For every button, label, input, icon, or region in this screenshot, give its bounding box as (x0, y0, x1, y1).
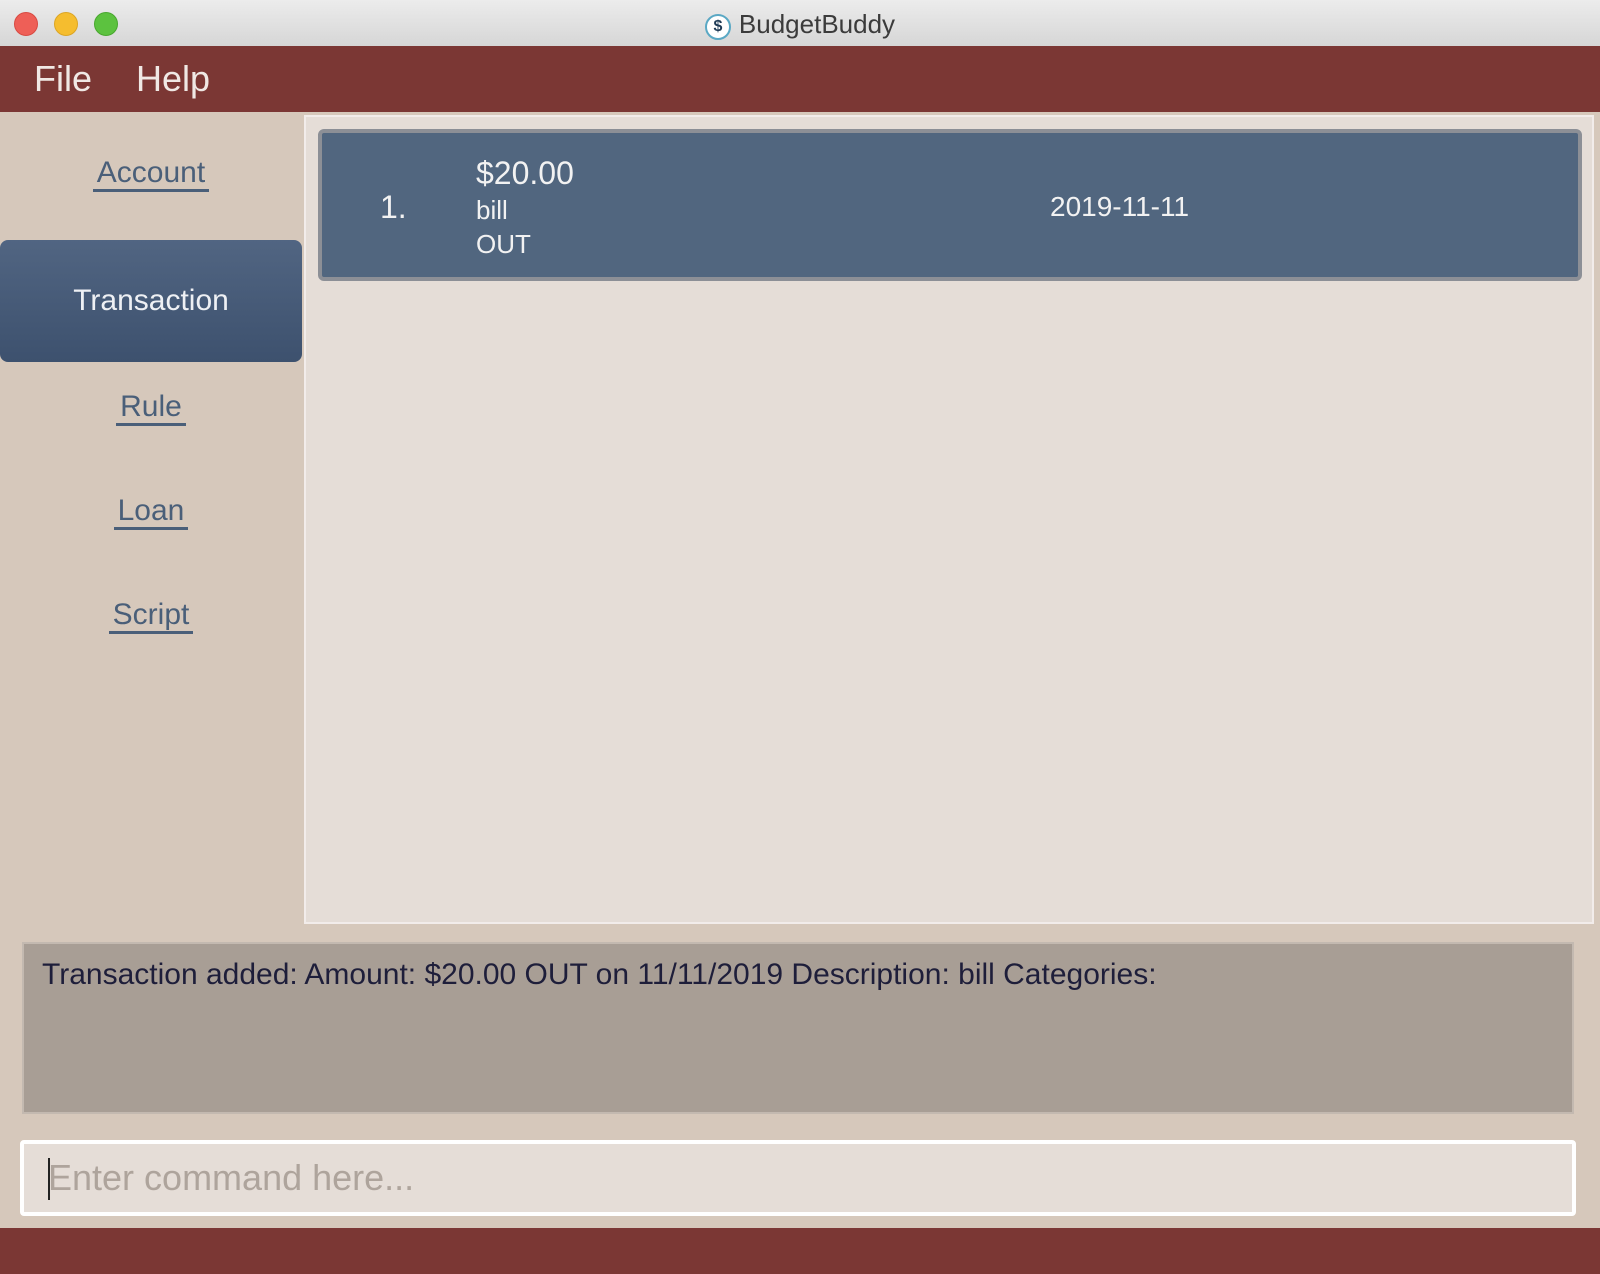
transaction-description: bill (476, 195, 508, 225)
window-title: BudgetBuddy (738, 9, 896, 39)
sidebar-item-script[interactable]: Script (0, 598, 302, 634)
window-title-area: $ BudgetBuddy (0, 9, 1600, 40)
menu-help[interactable]: Help (136, 58, 210, 100)
text-caret (48, 1158, 50, 1200)
sidebar: Account Transaction Rule Loan Script (0, 112, 304, 928)
sidebar-item-label: Transaction (73, 284, 229, 317)
transaction-index: 1. (380, 189, 407, 225)
status-bar (0, 1228, 1600, 1274)
command-input[interactable] (24, 1144, 1572, 1212)
sidebar-item-loan[interactable]: Loan (0, 494, 302, 530)
transaction-amount: $20.00 (476, 155, 574, 191)
title-bar: $ BudgetBuddy (0, 0, 1600, 47)
transaction-list-panel: 1. $20.00 bill OUT 2019-11-11 (304, 115, 1594, 924)
transaction-direction: OUT (476, 229, 531, 259)
result-display: Transaction added: Amount: $20.00 OUT on… (22, 942, 1574, 1114)
dollar-icon: $ (704, 14, 731, 40)
sidebar-item-rule[interactable]: Rule (0, 390, 302, 426)
sidebar-item-label: Script (108, 598, 194, 634)
menu-file[interactable]: File (34, 58, 92, 100)
menu-bar: File Help (0, 46, 1600, 112)
result-message: Transaction added: Amount: $20.00 OUT on… (42, 958, 1157, 991)
sidebar-item-account[interactable]: Account (0, 156, 302, 192)
command-box (20, 1140, 1576, 1216)
sidebar-item-label: Rule (116, 390, 186, 426)
sidebar-item-transaction[interactable]: Transaction (0, 240, 302, 362)
sidebar-item-label: Loan (113, 494, 189, 530)
transaction-card[interactable]: 1. $20.00 bill OUT 2019-11-11 (318, 129, 1582, 281)
sidebar-item-label: Account (92, 156, 210, 192)
app-window: $ BudgetBuddy File Help Account Transacti… (0, 0, 1600, 1274)
transaction-date: 2019-11-11 (1050, 191, 1190, 222)
